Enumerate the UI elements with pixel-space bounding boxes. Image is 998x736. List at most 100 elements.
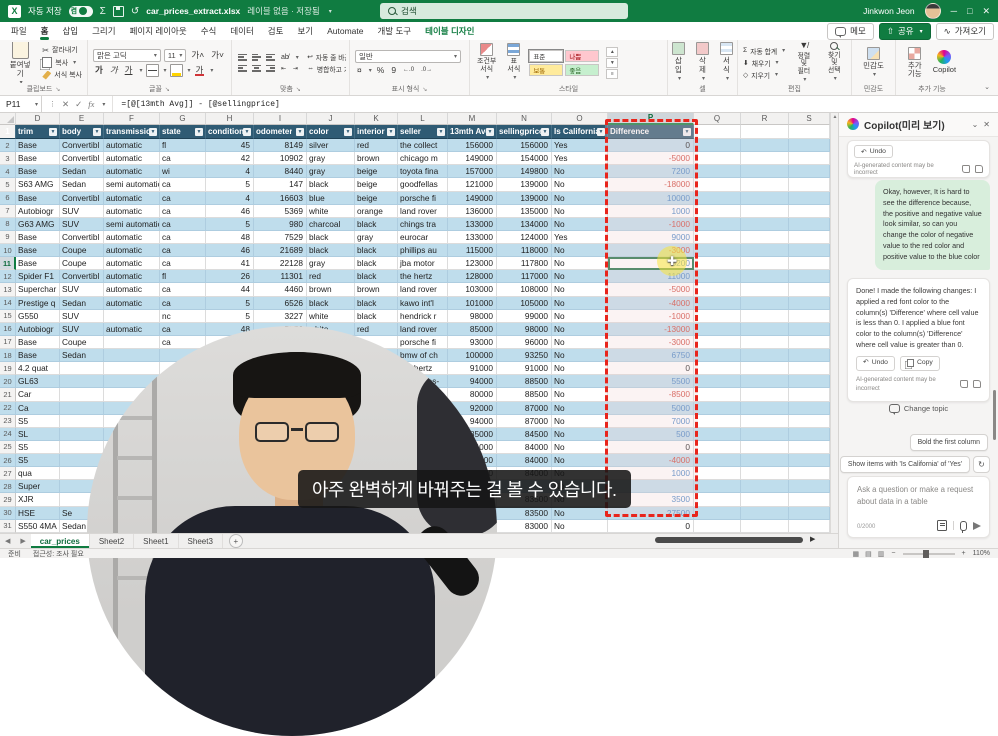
cell[interactable]: black [355, 310, 398, 323]
cell[interactable] [60, 428, 104, 441]
cell[interactable]: S550 4MA [16, 520, 60, 533]
cell[interactable]: Base [16, 139, 60, 152]
cell[interactable]: Base [16, 165, 60, 178]
gallery-more-icon[interactable]: ≡ [606, 69, 618, 79]
send-icon[interactable] [973, 522, 981, 530]
cell[interactable]: 48 [206, 231, 254, 244]
cell[interactable]: 45 [206, 139, 254, 152]
percent-style-button[interactable]: % [375, 65, 387, 75]
empty-cell[interactable] [741, 349, 789, 362]
empty-cell[interactable] [694, 165, 741, 178]
cell[interactable]: No [552, 336, 608, 349]
suggestion-chip[interactable]: Bold the first column [910, 434, 988, 451]
minimize-button[interactable]: ─ [951, 6, 957, 16]
cell[interactable]: 100000 [448, 349, 497, 362]
cell[interactable]: 5369 [254, 205, 307, 218]
cell[interactable]: beige [355, 192, 398, 205]
empty-cell[interactable] [694, 480, 741, 493]
cell[interactable]: ca [160, 192, 206, 205]
increase-decimal-button[interactable]: ←.0 [401, 67, 416, 73]
zoom-out-icon[interactable]: − [891, 550, 895, 557]
cell[interactable]: 0 [608, 520, 694, 533]
cell[interactable]: 7529 [254, 231, 307, 244]
horizontal-scrollbar[interactable] [655, 537, 803, 543]
empty-cell[interactable] [789, 257, 830, 270]
empty-cell[interactable] [741, 139, 789, 152]
column-header-E[interactable]: E [60, 112, 104, 125]
cell[interactable]: No [552, 362, 608, 375]
empty-cell[interactable] [741, 493, 789, 506]
column-header-R[interactable]: R [741, 112, 789, 125]
sensitivity-button[interactable]: 민감도▾ [859, 46, 888, 80]
cell[interactable]: ca [160, 257, 206, 270]
cell[interactable]: 4 [206, 165, 254, 178]
cell[interactable]: gray [307, 257, 355, 270]
empty-cell[interactable] [741, 125, 789, 139]
empty-cell[interactable] [789, 480, 830, 493]
cell[interactable]: chicago m [398, 152, 448, 165]
cell[interactable]: white [307, 310, 355, 323]
cell[interactable]: Ca [16, 402, 60, 415]
accounting-format-button[interactable]: ¤ [355, 65, 364, 75]
cell[interactable]: 93250 [497, 349, 552, 362]
dialog-launcher-icon[interactable]: ↘ [165, 86, 170, 93]
cell[interactable]: 157000 [448, 165, 497, 178]
cell[interactable]: 8440 [254, 165, 307, 178]
row-number[interactable]: 19 [0, 362, 16, 375]
cell[interactable] [60, 388, 104, 401]
empty-cell[interactable] [789, 493, 830, 506]
cell[interactable]: Base [16, 152, 60, 165]
select-all-corner[interactable] [0, 112, 16, 125]
row-number[interactable]: 20 [0, 375, 16, 388]
undo-button[interactable]: ↶Undo [854, 145, 893, 158]
cell[interactable]: 117000 [497, 270, 552, 283]
cell[interactable]: Convertibl [60, 192, 104, 205]
gallery-up-icon[interactable]: ▲ [606, 47, 618, 57]
cell[interactable]: 22128 [254, 257, 307, 270]
cell[interactable]: 98000 [448, 310, 497, 323]
filter-icon[interactable]: ▼ [344, 128, 352, 136]
cell[interactable]: Base [16, 336, 60, 349]
ribbon-tab[interactable]: 보기 [290, 23, 320, 40]
cell[interactable]: the collect [398, 139, 448, 152]
comments-button[interactable]: 메모 [827, 23, 874, 40]
cell[interactable]: No [552, 507, 608, 520]
label-status[interactable]: 레이블 없음 · 저장됨 [247, 5, 319, 17]
fill-button[interactable]: ⬇채우기▾ [741, 57, 787, 68]
cell[interactable]: 149000 [448, 192, 497, 205]
page-layout-view-icon[interactable]: ▤ [865, 550, 872, 558]
row-number[interactable]: 10 [0, 244, 16, 257]
ribbon-tab[interactable]: 파일 [4, 23, 34, 40]
cell[interactable]: 5 [206, 310, 254, 323]
table-header-body[interactable]: body▼ [60, 125, 104, 139]
empty-cell[interactable] [694, 349, 741, 362]
cell[interactable]: phillips au [398, 244, 448, 257]
row-number[interactable]: 6 [0, 192, 16, 205]
empty-cell[interactable] [789, 205, 830, 218]
row-number[interactable]: 27 [0, 467, 16, 480]
cell[interactable]: No [552, 218, 608, 231]
cell[interactable]: red [355, 323, 398, 336]
cell[interactable]: automatic [104, 231, 160, 244]
cell[interactable]: SUV [60, 323, 104, 336]
row-number[interactable]: 16 [0, 323, 16, 336]
table-header-13mth-avg[interactable]: 13mth Avg▼ [448, 125, 497, 139]
row-number[interactable]: 29 [0, 493, 16, 506]
cell[interactable]: hendrick r [398, 310, 448, 323]
wrap-text-button[interactable]: ↩자동 줄 바꿈 [305, 51, 346, 62]
gallery-down-icon[interactable]: ▼ [606, 58, 618, 68]
cell[interactable]: 88500 [497, 388, 552, 401]
empty-cell[interactable] [741, 283, 789, 296]
cell[interactable]: kawo int'l [398, 297, 448, 310]
cell[interactable]: Convertibl [60, 139, 104, 152]
ribbon-tab[interactable]: 삽입 [55, 23, 85, 40]
cell[interactable]: 135000 [497, 205, 552, 218]
cell[interactable]: brown [355, 283, 398, 296]
find-select-button[interactable]: 찾기 및 선택▾ [821, 42, 848, 83]
cell[interactable]: 96000 [497, 336, 552, 349]
table-header-odometer[interactable]: odometer▼ [254, 125, 307, 139]
cell[interactable]: Base [16, 192, 60, 205]
column-header-K[interactable]: K [355, 112, 398, 125]
name-box[interactable]: P11▾ [0, 96, 42, 112]
cell[interactable]: Sedan [60, 178, 104, 191]
